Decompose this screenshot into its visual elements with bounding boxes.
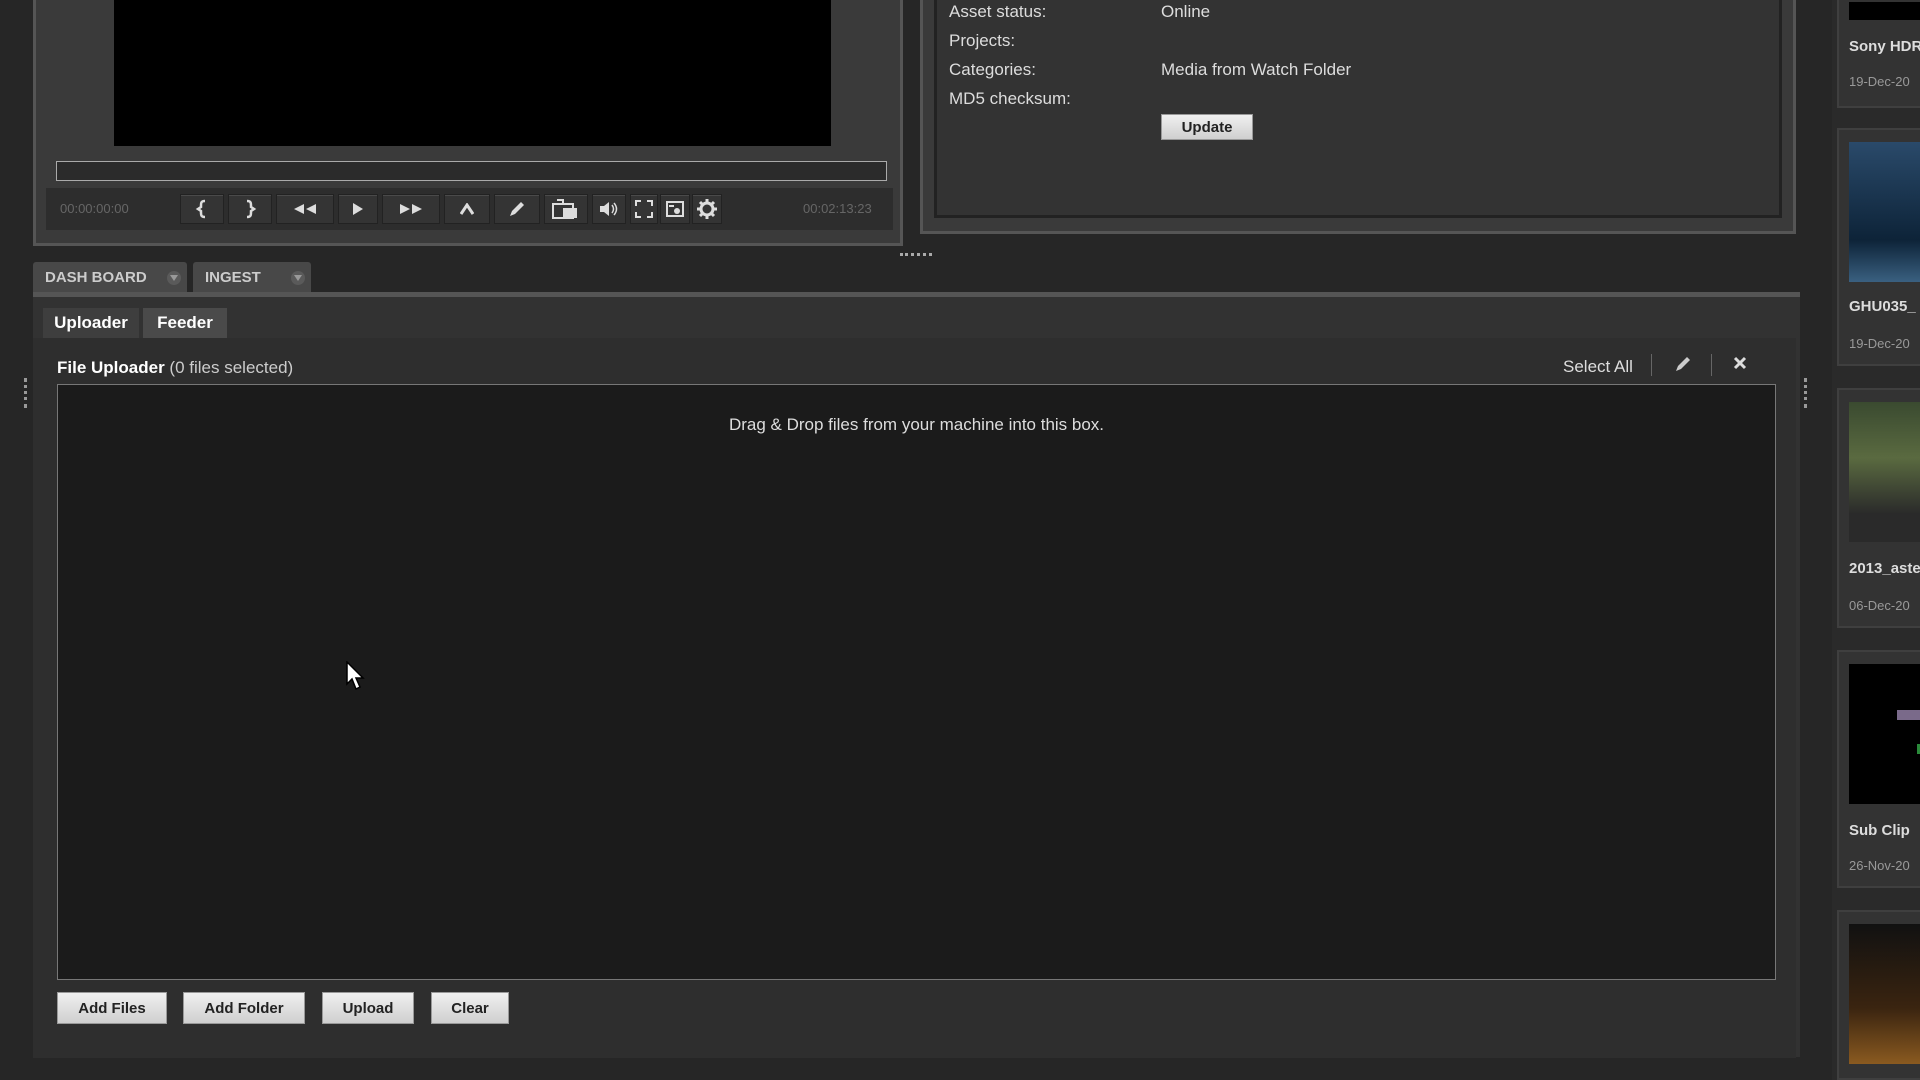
- mark-out-icon: [246, 199, 257, 219]
- thumbnail-card[interactable]: Sony HDR 19-Dec-20: [1837, 0, 1920, 108]
- files-selected-count: (0 files selected): [169, 358, 294, 377]
- fast-forward-icon: [400, 204, 422, 214]
- edit-button[interactable]: [494, 194, 540, 224]
- drop-zone-hint: Drag & Drop files from your machine into…: [728, 415, 1105, 434]
- asset-status-value: Online: [1161, 2, 1211, 21]
- asset-info-panel: Asset status: Online Projects: Categorie…: [920, 0, 1796, 234]
- thumbnail-date: 06-Dec-20: [1849, 598, 1910, 613]
- volume-icon: [600, 202, 618, 216]
- upload-button[interactable]: Upload: [322, 992, 414, 1024]
- fast-forward-button[interactable]: [382, 194, 440, 224]
- tab-dashboard-label: DASH BOARD: [45, 268, 147, 286]
- thumbnail-image: [1849, 2, 1920, 20]
- play-button[interactable]: [338, 194, 378, 224]
- edit-selection-button[interactable]: [1673, 354, 1693, 379]
- thumbnail-date: 26-Nov-20: [1849, 858, 1910, 873]
- projects-label: Projects:: [949, 31, 1016, 50]
- pencil-icon: [1676, 357, 1690, 371]
- thumbnail-image: [1849, 924, 1920, 1064]
- categories-value: Media from Watch Folder: [1161, 60, 1352, 79]
- subtab-uploader[interactable]: Uploader: [43, 308, 139, 338]
- file-uploader: File Uploader (0 files selected) Select …: [33, 338, 1796, 1058]
- rewind-button[interactable]: [276, 194, 334, 224]
- tab-ingest-label: INGEST: [205, 268, 261, 286]
- play-icon: [353, 203, 363, 215]
- select-all-link[interactable]: Select All: [1563, 357, 1633, 377]
- subclip-icon: [552, 199, 577, 219]
- thumbnail-card[interactable]: Sub Clip 26-Nov-20: [1837, 650, 1920, 888]
- fullscreen-icon: [635, 200, 653, 218]
- splitter-handle[interactable]: [900, 253, 932, 259]
- tab-dashboard[interactable]: DASH BOARD: [33, 262, 187, 292]
- right-resize-grip[interactable]: [1804, 378, 1808, 408]
- file-uploader-title: File Uploader (0 files selected): [57, 358, 293, 378]
- add-files-button[interactable]: Add Files: [57, 992, 167, 1024]
- mouse-cursor-icon: [346, 661, 365, 691]
- thumbnail-card[interactable]: GHU035_ 19-Dec-20: [1837, 128, 1920, 366]
- drop-zone[interactable]: Drag & Drop files from your machine into…: [57, 384, 1776, 980]
- player-controls: 00:00:00:00 00:02:13:23: [46, 188, 893, 230]
- up-icon: [460, 203, 474, 215]
- thumbnail-title: 2013_aste: [1849, 560, 1920, 577]
- subclip-button[interactable]: [544, 194, 588, 224]
- file-uploader-title-text: File Uploader: [57, 358, 165, 377]
- remove-selection-button[interactable]: [1733, 356, 1747, 375]
- left-resize-grip[interactable]: [24, 378, 28, 408]
- thumbnail-date: 19-Dec-20: [1849, 74, 1910, 89]
- chevron-down-icon[interactable]: [291, 271, 305, 285]
- rewind-icon: [294, 204, 316, 214]
- scrub-bar[interactable]: [56, 161, 887, 181]
- thumbnail-title: Sony HDR: [1849, 38, 1920, 55]
- thumbnail-title: GHU035_: [1849, 298, 1916, 315]
- mark-in-button[interactable]: [180, 194, 224, 224]
- pencil-icon: [510, 202, 524, 216]
- snapshot-icon: [666, 201, 684, 217]
- asset-status-label: Asset status:: [949, 2, 1047, 21]
- subtab-feeder[interactable]: Feeder: [143, 308, 227, 338]
- thumbnail-card[interactable]: [1837, 910, 1920, 1080]
- duration-timecode: 00:02:13:23: [803, 201, 872, 216]
- thumbnail-image: [1849, 664, 1920, 804]
- update-button[interactable]: Update: [1161, 114, 1253, 140]
- video-player-panel: 00:00:00:00 00:02:13:23: [33, 0, 903, 246]
- volume-button[interactable]: [592, 194, 626, 224]
- toolbar-divider: [1651, 354, 1652, 376]
- up-button[interactable]: [444, 194, 490, 224]
- asset-info-inner: Asset status: Online Projects: Categorie…: [934, 0, 1782, 218]
- mark-out-button[interactable]: [228, 194, 272, 224]
- thumbnail-title: Sub Clip: [1849, 822, 1910, 839]
- settings-button[interactable]: [692, 194, 722, 224]
- ingest-panel: Uploader Feeder File Uploader (0 files s…: [33, 297, 1800, 1058]
- thumbnail-date: 19-Dec-20: [1849, 336, 1910, 351]
- mark-in-icon: [195, 199, 206, 219]
- thumbnail-image: [1849, 402, 1920, 542]
- chevron-down-icon[interactable]: [167, 271, 181, 285]
- snapshot-button[interactable]: [660, 194, 690, 224]
- categories-label: Categories:: [949, 60, 1036, 79]
- close-icon: [1733, 356, 1747, 370]
- thumbnail-card[interactable]: 2013_aste 06-Dec-20: [1837, 388, 1920, 628]
- tab-ingest[interactable]: INGEST: [193, 262, 311, 292]
- video-viewport[interactable]: [114, 0, 831, 146]
- current-timecode: 00:00:00:00: [60, 201, 129, 216]
- thumbnail-image: [1849, 142, 1920, 282]
- asset-thumbnail-list: Sony HDR 19-Dec-20 GHU035_ 19-Dec-20 201…: [1832, 0, 1920, 1080]
- toolbar-divider: [1711, 354, 1712, 376]
- fullscreen-button[interactable]: [630, 194, 658, 224]
- settings-icon: [697, 199, 717, 219]
- clear-button[interactable]: Clear: [431, 992, 509, 1024]
- md5-checksum-label: MD5 checksum:: [949, 89, 1071, 108]
- add-folder-button[interactable]: Add Folder: [183, 992, 305, 1024]
